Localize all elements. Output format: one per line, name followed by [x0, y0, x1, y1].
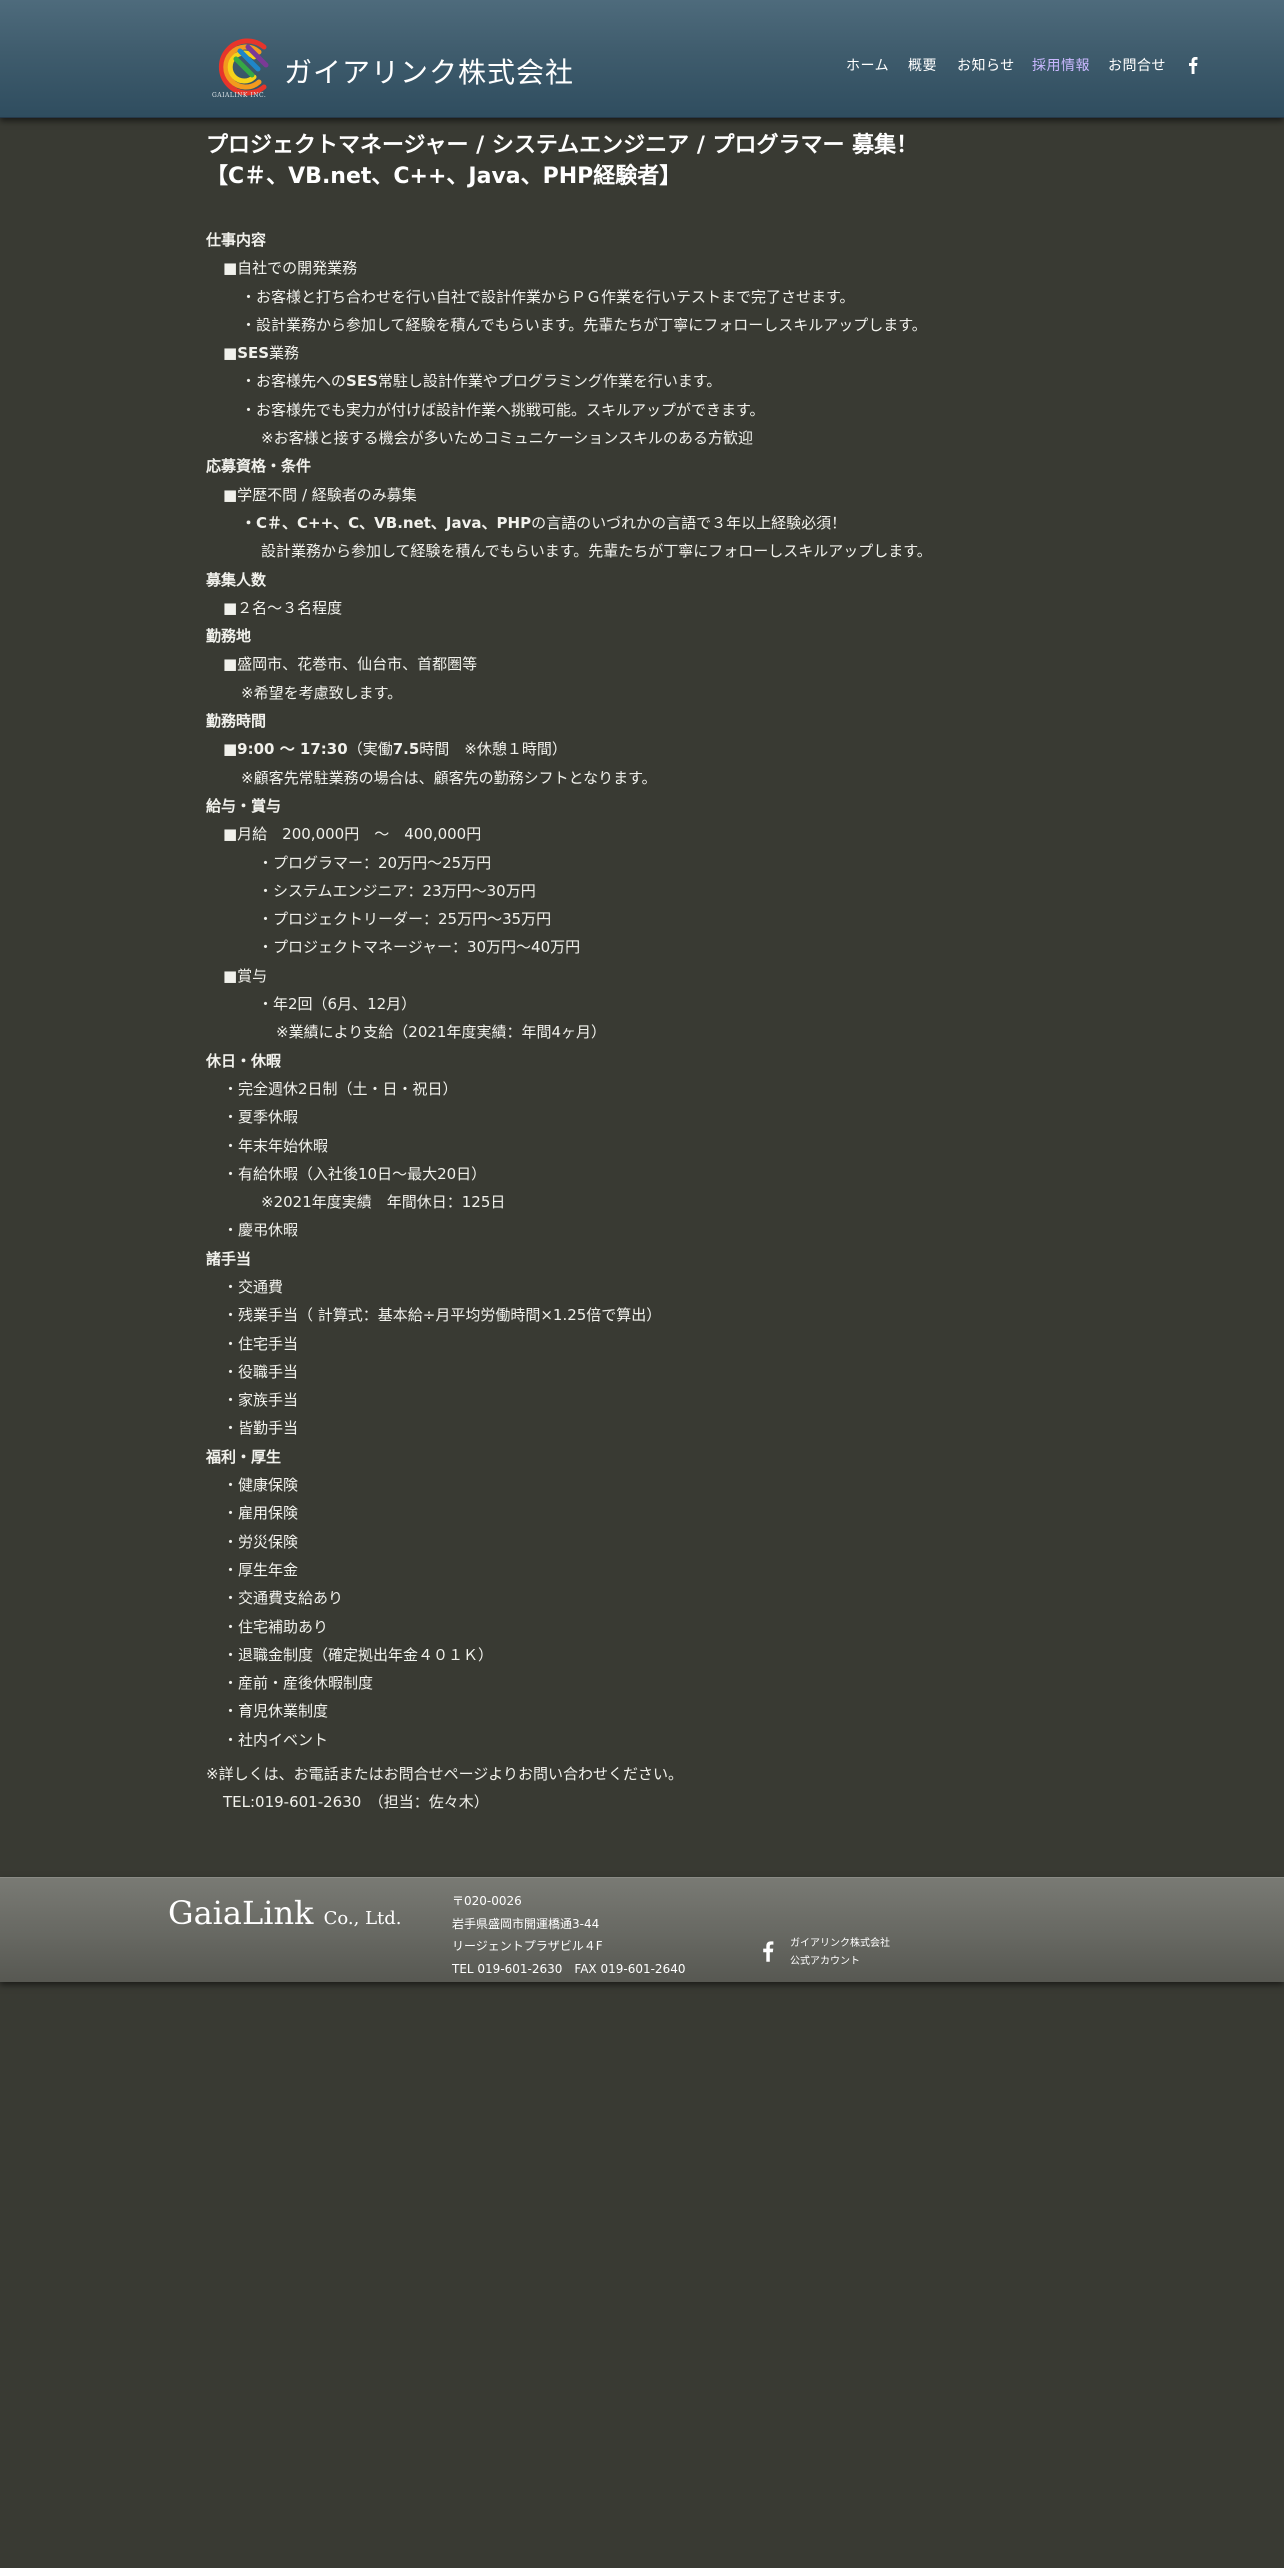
allowance-item: ・交通費: [223, 1277, 284, 1296]
welfare-item: ・雇用保険: [223, 1504, 299, 1523]
facebook-link[interactable]: ガイアリンク株式会社 公式アカウント: [790, 1935, 890, 1971]
languages-list: ・C＃、C++、C、VB.net、Java、PHP: [241, 513, 532, 532]
job-line: ・設計業務から参加して経験を積んでもらいます。先輩たちが丁寧にフォローしスキルア…: [241, 315, 927, 334]
job-line: ・お客様と打ち合わせを行い自社で設計作業からＰＧ作業を行いテストまで完了させます…: [241, 287, 855, 306]
facebook-icon[interactable]: [762, 1939, 774, 1963]
hours-text: 時間 ※休憩１時間）: [419, 740, 567, 759]
allowance-item: ・残業手当（ 計算式：基本給÷月平均労働時間×1.25倍で算出）: [223, 1306, 662, 1325]
address-line: リージェントプラザビル４F: [452, 1939, 603, 1953]
contact-note: ※詳しくは、お電話またはお問合せページよりお問い合わせください。: [206, 1765, 683, 1784]
nav-news[interactable]: お知らせ: [957, 55, 1015, 75]
location-note: ※希望を考慮致します。: [241, 683, 403, 702]
fb-line: ガイアリンク株式会社: [790, 1938, 890, 1949]
hours-range: ■9:00 ～ 17:30: [223, 740, 348, 759]
section-heading-hours: 勤務時間: [206, 712, 267, 731]
footer-logo-main: GaiaLink: [168, 1894, 314, 1932]
welfare-item: ・厚生年金: [223, 1560, 299, 1579]
job-details: 仕事内容 ■自社での開発業務 ・お客様と打ち合わせを行い自社で設計作業からＰＧ作…: [206, 226, 1106, 1817]
fb-line: 公式アカウント: [790, 1956, 860, 1967]
holiday-item: ・年末年始休暇: [223, 1136, 329, 1155]
bonus-line: ・年2回（6月、12月）: [258, 995, 417, 1014]
welfare-item: ・育児休業制度: [223, 1702, 329, 1721]
section-heading-headcount: 募集人数: [206, 570, 267, 589]
salary-monthly: ■月給 200,000円 ～ 400,000円: [223, 825, 482, 844]
section-heading-location: 勤務地: [206, 627, 252, 646]
welfare-item: ・健康保険: [223, 1476, 299, 1495]
welfare-item: ・産前・産後休暇制度: [223, 1674, 374, 1693]
logo-subtext: GAIALINK INC.: [212, 92, 267, 99]
job-line: ・お客様先でも実力が付けば設計作業へ挑戦可能。スキルアップができます。: [241, 400, 765, 419]
allowance-item: ・家族手当: [223, 1391, 299, 1410]
footer-address: 〒020-0026 岩手県盛岡市開運橋通3-44 リージェントプラザビル４F T…: [452, 1890, 685, 1980]
qualification-line: 設計業務から参加して経験を積んでもらいます。先輩たちが丁寧にフォローしスキルアッ…: [261, 542, 932, 561]
hours-number: 7.5: [392, 740, 420, 759]
page-title: プロジェクトマネージャー / システムエンジニア / プログラマー 募集！ 【C…: [206, 130, 1106, 192]
qualification-line-rest: の言語のいづれかの言語で３年以上経験必須！: [531, 513, 847, 532]
postal-code: 〒020-0026: [452, 1894, 522, 1908]
allowance-item: ・役職手当: [223, 1362, 299, 1381]
welfare-item: ・交通費支給あり: [223, 1589, 344, 1608]
footer-logo-sub: Co., Ltd.: [323, 1908, 402, 1929]
section-heading-allowances: 諸手当: [206, 1249, 252, 1268]
company-name[interactable]: ガイアリンク株式会社: [284, 51, 574, 91]
nav-overview[interactable]: 概要: [908, 55, 937, 75]
holiday-item: ・慶弔休暇: [223, 1221, 299, 1240]
salary-rank: ・プロジェクトリーダー：25万円～35万円: [258, 910, 552, 929]
recruit-content: プロジェクトマネージャー / システムエンジニア / プログラマー 募集！ 【C…: [206, 130, 1106, 1817]
bullet-mark: ■: [223, 344, 238, 363]
section-heading-job: 仕事内容: [206, 231, 267, 249]
holiday-item: ・夏季休暇: [223, 1108, 299, 1127]
job-sub-ses-rest: 業務: [269, 344, 300, 363]
section-heading-salary: 給与・賞与: [206, 796, 282, 815]
salary-rank: ・プロジェクトマネージャー：30万円～40万円: [258, 938, 581, 957]
contact-tel[interactable]: TEL:019-601-2630 （担当：佐々木）: [206, 1788, 1106, 1816]
hours-text: （実働: [347, 740, 393, 759]
job-line-pre: ・お客様先への: [241, 372, 347, 391]
nav-contact[interactable]: お問合せ: [1108, 55, 1166, 75]
job-line-post: 常駐し設計作業やプログラミング作業を行います。: [377, 372, 722, 391]
section-heading-holidays: 休日・休暇: [206, 1051, 282, 1070]
salary-rank: ・プログラマー：20万円～25万円: [258, 853, 492, 872]
job-line: ・お客様先へのSES常駐し設計作業やプログラミング作業を行います。: [206, 367, 1106, 395]
location-value: ■盛岡市、花巻市、仙台市、首都圏等: [223, 655, 478, 674]
headcount-value: ■２名～３名程度: [223, 598, 343, 617]
footer-logo[interactable]: GaiaLink Co., Ltd.: [168, 1894, 402, 1932]
qualification-line: ・C＃、C++、C、VB.net、Java、PHPの言語のいづれかの言語で３年以…: [206, 509, 1106, 537]
gaialink-logo-icon[interactable]: [210, 33, 278, 101]
title-line-2: 【C＃、VB.net、C++、Java、PHP経験者】: [206, 164, 682, 189]
nav-home[interactable]: ホーム: [846, 55, 889, 75]
nav-recruit[interactable]: 採用情報: [1032, 55, 1090, 75]
title-line-1: プロジェクトマネージャー / システムエンジニア / プログラマー 募集！: [206, 133, 919, 158]
job-sub-ses: ■SES業務: [206, 339, 1106, 367]
holiday-item: ・有給休暇（入社後10日～最大20日）: [223, 1164, 487, 1183]
holiday-item: ・完全週休2日制（土・日・祝日）: [223, 1079, 458, 1098]
salary-rank: ・システムエンジニア：23万円～30万円: [258, 881, 536, 900]
holiday-note: ※2021年度実績 年間休日：125日: [261, 1193, 506, 1212]
welfare-item: ・社内イベント: [223, 1730, 329, 1749]
allowance-item: ・皆勤手当: [223, 1419, 299, 1438]
ses-label: SES: [237, 344, 270, 363]
hours-note: ※顧客先常駐業務の場合は、顧客先の勤務シフトとなります。: [241, 768, 657, 787]
hours-value: ■9:00 ～ 17:30（実働7.5時間 ※休憩１時間）: [206, 735, 1106, 763]
welfare-item: ・退職金制度（確定拠出年金４０１Ｋ）: [223, 1645, 494, 1664]
tel-fax: TEL 019-601-2630 FAX 019-601-2640: [452, 1961, 686, 1976]
job-sub-inhouse: ■自社での開発業務: [223, 259, 358, 278]
facebook-icon[interactable]: [1188, 56, 1198, 74]
allowance-item: ・住宅手当: [223, 1334, 299, 1353]
job-note: ※お客様と接する機会が多いためコミュニケーションスキルのある方歓迎: [261, 429, 753, 448]
section-heading-welfare: 福利・厚生: [206, 1447, 282, 1466]
bonus-label: ■賞与: [223, 966, 268, 985]
welfare-item: ・住宅補助あり: [223, 1617, 329, 1636]
site-footer: GaiaLink Co., Ltd. 〒020-0026 岩手県盛岡市開運橋通3…: [0, 1877, 1284, 1982]
section-heading-qualification: 応募資格・条件: [206, 457, 312, 476]
address-line: 岩手県盛岡市開運橋通3-44: [452, 1916, 600, 1931]
qualification-sub: ■学歴不問 / 経験者のみ募集: [223, 485, 417, 504]
site-header: GAIALINK INC. ガイアリンク株式会社 ホーム 概要 お知らせ 採用情…: [0, 0, 1284, 118]
ses-label: SES: [346, 372, 378, 391]
welfare-item: ・労災保険: [223, 1532, 299, 1551]
bonus-note: ※業績により支給（2021年度実績：年間4ヶ月）: [276, 1023, 606, 1042]
